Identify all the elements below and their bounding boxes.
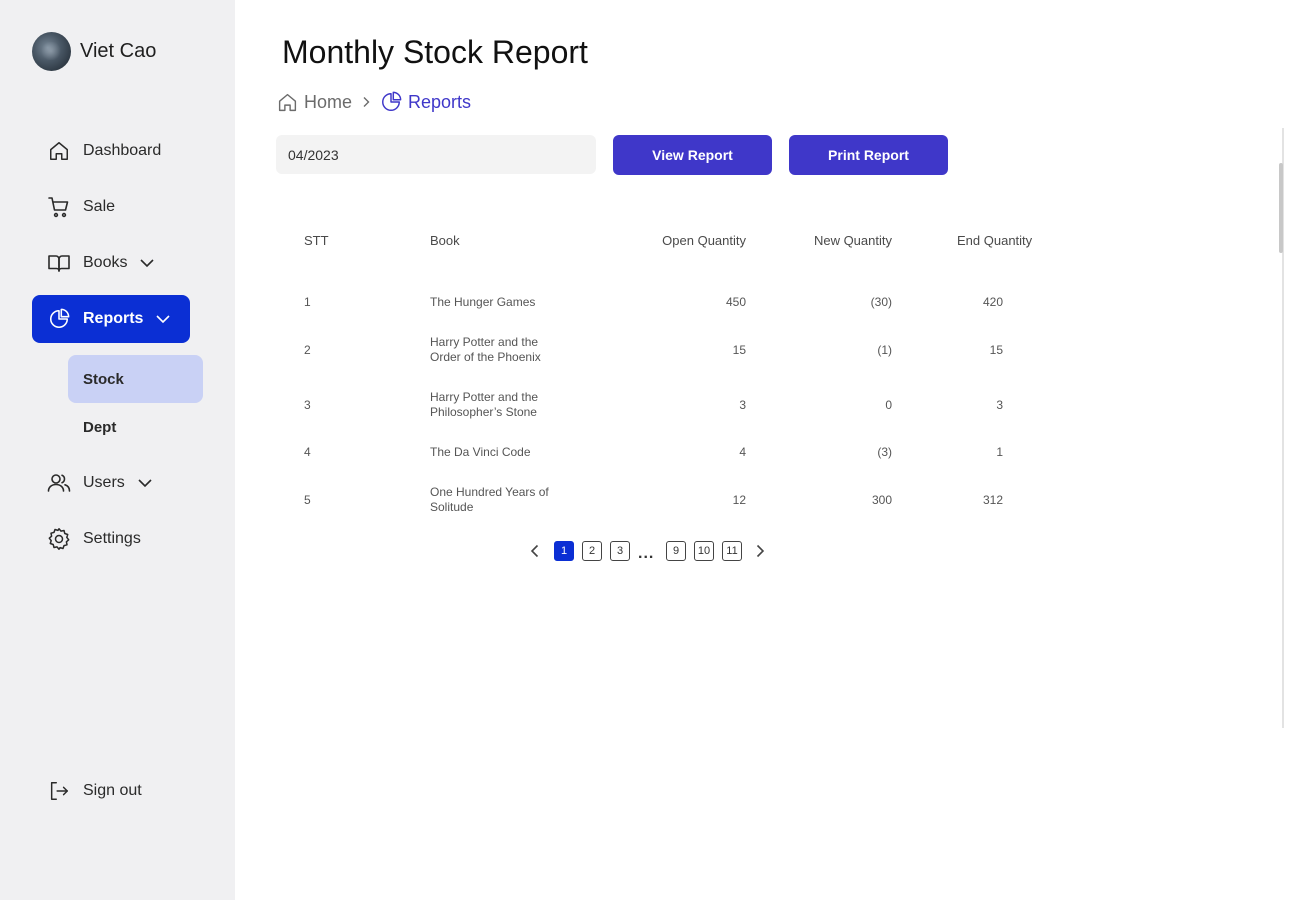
sidebar-item-label: Books — [83, 254, 128, 271]
sidebar-item-label: Users — [83, 474, 125, 491]
avatar — [32, 32, 71, 71]
column-header-open-quantity: Open Quantity — [662, 233, 746, 248]
gear-icon — [47, 527, 71, 551]
chevron-right-icon — [360, 96, 372, 108]
cell-book: Harry Potter and the Order of the Phoeni… — [430, 335, 541, 364]
cell-book: One Hundred Years of Solitude — [430, 485, 549, 514]
cell-stt: 4 — [304, 445, 311, 459]
sign-out-icon — [47, 779, 71, 803]
chevron-down-icon — [139, 255, 155, 271]
sidebar-subitem-stock[interactable]: Stock — [68, 355, 203, 403]
print-report-button[interactable]: Print Report — [789, 135, 948, 175]
cell-end-quantity: 312 — [982, 493, 1003, 507]
breadcrumb-home-label: Home — [304, 91, 353, 112]
page-button-11[interactable]: 11 — [722, 541, 742, 561]
month-input[interactable] — [276, 135, 596, 174]
chevron-down-icon — [137, 475, 153, 491]
page-button-9[interactable]: 9 — [666, 541, 686, 561]
breadcrumb-current-label: Reports — [408, 91, 472, 112]
chevron-left-icon[interactable] — [527, 543, 543, 559]
sidebar-item-dashboard[interactable]: Dashboard — [32, 127, 190, 175]
page-button-2[interactable]: 2 — [582, 541, 602, 561]
cell-open-quantity: 15 — [732, 343, 746, 357]
sidebar-item-label: Settings — [83, 530, 141, 547]
pie-chart-icon — [380, 91, 402, 113]
home-icon — [277, 92, 298, 113]
cell-book: The Da Vinci Code — [430, 445, 531, 459]
user-name: Viet Cao — [80, 40, 157, 62]
cart-icon — [47, 195, 71, 219]
sign-out-button[interactable]: Sign out — [32, 767, 190, 815]
cell-open-quantity: 450 — [725, 295, 746, 309]
sidebar-item-users[interactable]: Users — [32, 459, 190, 507]
sidebar: Viet Cao Dashboard Sale Books Reports St… — [0, 0, 235, 900]
column-header-end-quantity: End Quantity — [957, 233, 1033, 248]
breadcrumb-home[interactable]: Home — [277, 92, 352, 113]
page-title: Monthly Stock Report — [282, 34, 588, 70]
sidebar-item-books[interactable]: Books — [32, 239, 190, 287]
cell-open-quantity: 4 — [739, 445, 746, 459]
cell-new-quantity: (1) — [877, 343, 892, 357]
scrollbar-thumb[interactable] — [1279, 163, 1283, 253]
cell-new-quantity: (30) — [870, 295, 892, 309]
cell-end-quantity: 15 — [989, 343, 1003, 357]
column-header-new-quantity: New Quantity — [813, 233, 892, 248]
column-header-book: Book — [430, 233, 460, 248]
user-profile[interactable]: Viet Cao — [32, 32, 156, 71]
pie-chart-icon — [47, 307, 71, 331]
cell-stt: 5 — [304, 493, 311, 507]
sidebar-item-settings[interactable]: Settings — [32, 515, 190, 563]
sidebar-item-label: Sale — [83, 198, 116, 215]
cell-new-quantity: (3) — [877, 445, 892, 459]
breadcrumb: Home Reports — [277, 91, 471, 113]
cell-open-quantity: 3 — [739, 398, 746, 412]
page-button-1[interactable]: 1 — [554, 541, 574, 561]
page-button-10[interactable]: 10 — [694, 541, 714, 561]
page-button-3[interactable]: 3 — [610, 541, 630, 561]
chevron-down-icon — [155, 311, 171, 327]
chevron-right-icon[interactable] — [752, 543, 768, 559]
cell-end-quantity: 1 — [996, 445, 1003, 459]
sidebar-subitem-label: Dept — [83, 418, 117, 436]
cell-book: Harry Potter and the Philosopher’s Stone — [430, 390, 539, 419]
sidebar-subitem-label: Stock — [83, 370, 124, 388]
home-icon — [47, 139, 71, 163]
cell-new-quantity: 300 — [871, 493, 892, 507]
cell-book: The Hunger Games — [430, 295, 536, 309]
cell-stt: 1 — [304, 295, 311, 309]
breadcrumb-reports[interactable]: Reports — [380, 91, 471, 113]
cell-new-quantity: 0 — [885, 398, 892, 412]
cell-stt: 3 — [304, 398, 311, 412]
sidebar-item-sale[interactable]: Sale — [32, 183, 190, 231]
cell-stt: 2 — [304, 343, 311, 357]
sign-out-label: Sign out — [83, 782, 142, 799]
pagination-ellipsis: ... — [638, 545, 655, 562]
sidebar-subitem-dept[interactable]: Dept — [68, 403, 203, 451]
cell-end-quantity: 3 — [996, 398, 1003, 412]
sidebar-item-reports[interactable]: Reports — [32, 295, 190, 343]
sidebar-item-label: Reports — [83, 310, 144, 327]
cell-open-quantity: 12 — [732, 493, 746, 507]
sidebar-item-label: Dashboard — [83, 142, 162, 159]
book-icon — [47, 251, 71, 275]
column-header-stt: STT — [304, 233, 329, 248]
cell-end-quantity: 420 — [982, 295, 1003, 309]
users-icon — [47, 471, 71, 495]
view-report-button[interactable]: View Report — [613, 135, 772, 175]
